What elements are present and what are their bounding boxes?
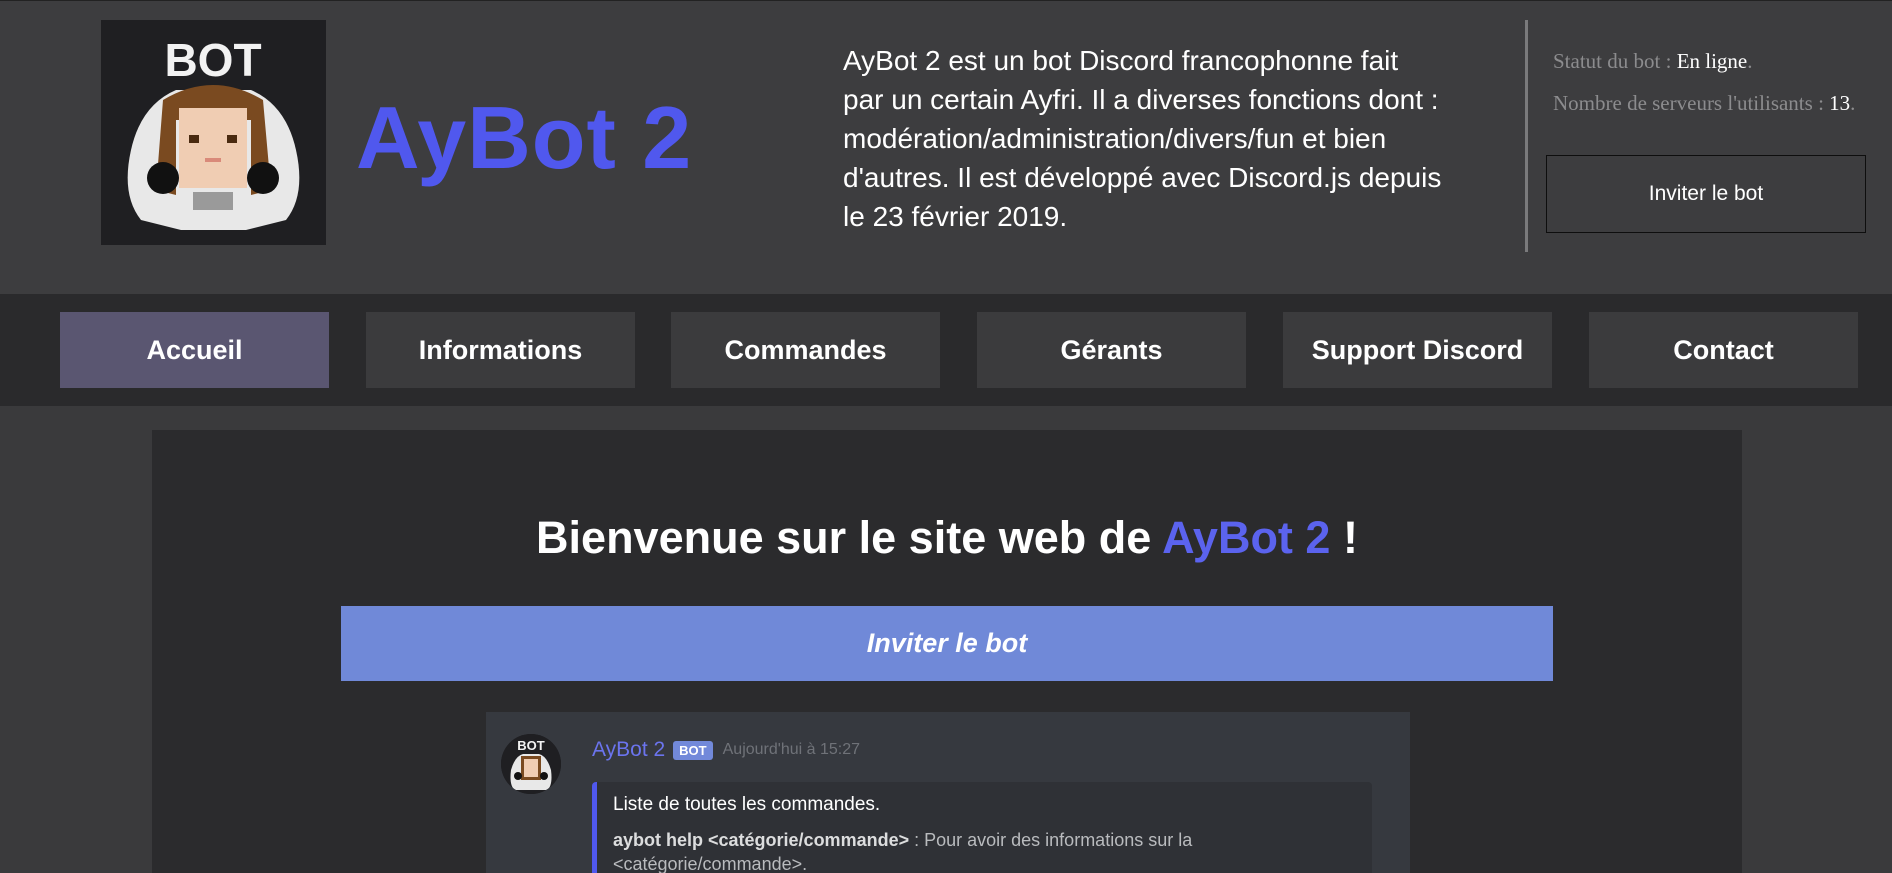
bot-description: AyBot 2 est un bot Discord francophonne … <box>843 45 1442 232</box>
embed-title: Liste de toutes les commandes. <box>613 794 881 815</box>
status-value: En ligne <box>1676 49 1748 73</box>
discord-message-preview: BOT AyBot 2 BOT Aujourd'hui à 15:27 List… <box>486 712 1410 873</box>
message-header: AyBot 2 BOT Aujourd'hui à 15:27 <box>592 738 860 762</box>
site-header: BOT AyBot 2 AyBot 2 est un bot Discord f… <box>0 0 1892 294</box>
invite-bot-bar[interactable]: Inviter le bot <box>341 606 1553 681</box>
welcome-heading: Bienvenue sur le site web de AyBot 2 ! <box>152 512 1742 564</box>
status-line: Statut du bot : En ligne. <box>1553 49 1753 73</box>
servers-line: Nombre de serveurs l'utilisants : 13. <box>1553 91 1856 115</box>
embed-description: aybot help <catégorie/commande> : Pour a… <box>613 828 1356 873</box>
servers-label: Nombre de serveurs l'utilisants : <box>1553 91 1830 115</box>
servers-value: 13 <box>1829 91 1851 115</box>
message-embed: Liste de toutes les commandes. aybot hel… <box>592 782 1372 873</box>
message-timestamp: Aujourd'hui à 15:27 <box>722 741 861 758</box>
invite-bot-button[interactable]: Inviter le bot <box>1546 155 1866 233</box>
nav-item-accueil[interactable]: Accueil <box>60 312 329 388</box>
nav-item-gerants[interactable]: Gérants <box>977 312 1246 388</box>
header-divider <box>1525 20 1528 252</box>
bot-stats: Statut du bot : En ligne. Nombre de serv… <box>1553 46 1873 130</box>
welcome-suffix: ! <box>1330 512 1358 563</box>
welcome-accent: AyBot 2 <box>1162 512 1331 563</box>
main-nav: Accueil Informations Commandes Gérants S… <box>0 294 1892 406</box>
brand-title: AyBot 2 <box>356 88 693 187</box>
main-content: Bienvenue sur le site web de AyBot 2 ! I… <box>152 430 1742 873</box>
avatar-icon: BOT <box>501 734 561 794</box>
nav-item-commandes[interactable]: Commandes <box>671 312 940 388</box>
bot-tag-badge: BOT <box>673 740 713 760</box>
welcome-prefix: Bienvenue sur le site web de <box>536 512 1163 563</box>
status-label: Statut du bot : <box>1553 49 1677 73</box>
bot-logo-image: BOT <box>101 20 326 245</box>
svg-text:BOT: BOT <box>517 738 545 753</box>
nav-item-informations[interactable]: Informations <box>366 312 635 388</box>
bot-avatar: BOT <box>501 734 561 794</box>
embed-command: aybot help <catégorie/commande> <box>613 830 910 850</box>
message-author[interactable]: AyBot 2 <box>592 738 665 762</box>
svg-text:BOT: BOT <box>164 34 261 86</box>
nav-item-support-discord[interactable]: Support Discord <box>1283 312 1552 388</box>
bot-logo: BOT <box>101 20 326 245</box>
nav-item-contact[interactable]: Contact <box>1589 312 1858 388</box>
